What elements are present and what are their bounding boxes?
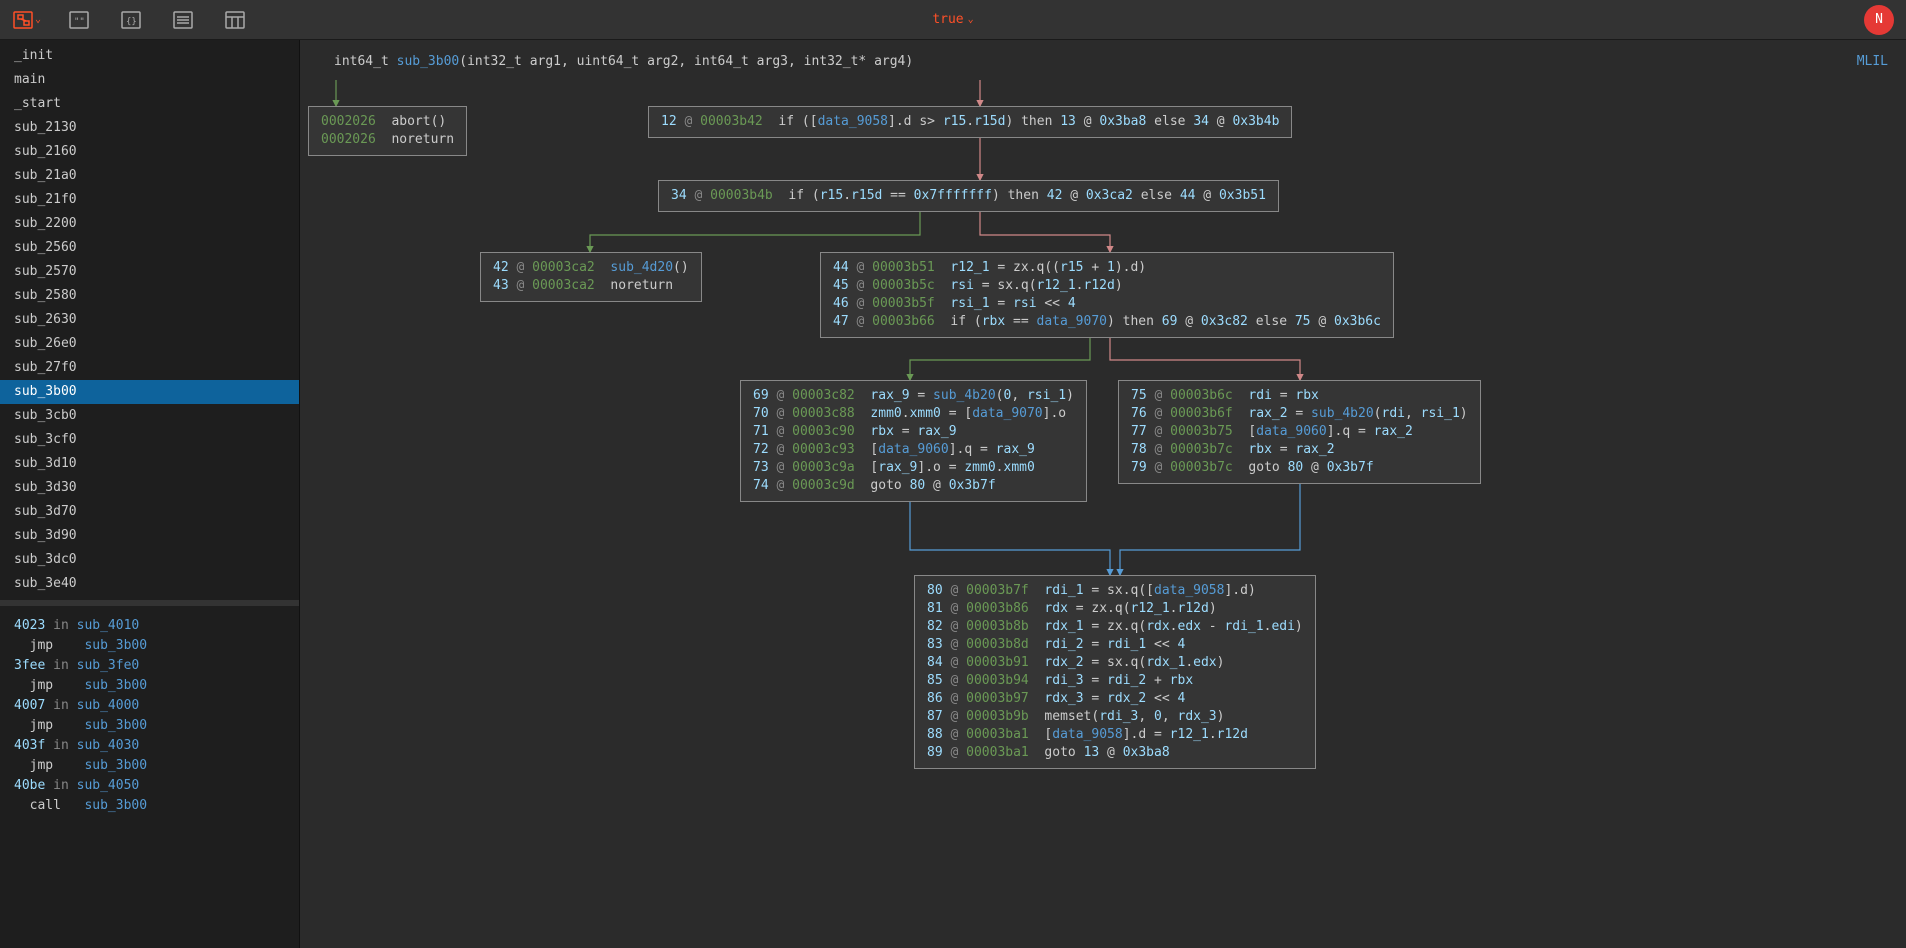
cfg-block-44[interactable]: 44 @ 00003b51 r12_1 = zx.q((r15 + 1).d)4… <box>820 252 1394 338</box>
function-item[interactable]: sub_3dc0 <box>0 548 299 572</box>
cfg-edges <box>300 40 1906 948</box>
function-item[interactable]: sub_2580 <box>0 284 299 308</box>
xref-entry[interactable]: 3fee in sub_3fe0 <box>14 656 285 676</box>
view-braces-icon[interactable]: {} <box>114 6 148 34</box>
function-item[interactable]: sub_2570 <box>0 260 299 284</box>
function-item[interactable]: sub_21f0 <box>0 188 299 212</box>
svg-text:"": "" <box>74 17 85 27</box>
function-item[interactable]: sub_2200 <box>0 212 299 236</box>
function-item[interactable]: sub_2160 <box>0 140 299 164</box>
xref-entry[interactable]: 4007 in sub_4000 <box>14 696 285 716</box>
function-item[interactable]: _start <box>0 92 299 116</box>
function-item[interactable]: sub_3d90 <box>0 524 299 548</box>
function-item[interactable]: sub_2130 <box>0 116 299 140</box>
cfg-block-80[interactable]: 80 @ 00003b7f rdi_1 = sx.q([data_9058].d… <box>914 575 1316 769</box>
view-list-icon[interactable] <box>166 6 200 34</box>
xref-instruction[interactable]: jmp sub_3b00 <box>14 636 285 656</box>
cfg-block-75[interactable]: 75 @ 00003b6c rdi = rbx76 @ 00003b6f rax… <box>1118 380 1481 484</box>
xref-instruction[interactable]: jmp sub_3b00 <box>14 676 285 696</box>
function-item[interactable]: sub_3b00 <box>0 380 299 404</box>
function-item[interactable]: sub_3d30 <box>0 476 299 500</box>
view-linear-icon[interactable]: "" <box>62 6 96 34</box>
xref-entry[interactable]: 4023 in sub_4010 <box>14 616 285 636</box>
xref-entry[interactable]: 40be in sub_4050 <box>14 776 285 796</box>
function-item[interactable]: sub_3cb0 <box>0 404 299 428</box>
function-item[interactable]: sub_21a0 <box>0 164 299 188</box>
xref-panel[interactable]: 4023 in sub_4010 jmp sub_3b003fee in sub… <box>0 600 299 948</box>
xref-instruction[interactable]: jmp sub_3b00 <box>14 756 285 776</box>
view-table-icon[interactable] <box>218 6 252 34</box>
view-menu-center[interactable]: true ⌄ <box>932 12 973 27</box>
xref-instruction[interactable]: jmp sub_3b00 <box>14 716 285 736</box>
il-mode-label[interactable]: MLIL <box>1857 54 1888 69</box>
cfg-block-12[interactable]: 12 @ 00003b42 if ([data_9058].d s> r15.r… <box>648 106 1292 138</box>
function-item[interactable]: _init <box>0 44 299 68</box>
cfg-block-34[interactable]: 34 @ 00003b4b if (r15.r15d == 0x7fffffff… <box>658 180 1279 212</box>
xref-entry[interactable]: 403f in sub_4030 <box>14 736 285 756</box>
cfg-block-42[interactable]: 42 @ 00003ca2 sub_4d20()43 @ 00003ca2 no… <box>480 252 702 302</box>
function-item[interactable]: sub_26e0 <box>0 332 299 356</box>
avatar[interactable]: N <box>1864 5 1894 35</box>
graph-view[interactable]: int64_t sub_3b00(int32_t arg1, uint64_t … <box>300 40 1906 948</box>
view-menu-label: true <box>932 12 963 27</box>
cfg-block-69[interactable]: 69 @ 00003c82 rax_9 = sub_4b20(0, rsi_1)… <box>740 380 1087 502</box>
function-item[interactable]: sub_3e40 <box>0 572 299 596</box>
sidebar: _initmain_startsub_2130sub_2160sub_21a0s… <box>0 40 300 948</box>
top-toolbar: ⌄ "" {} true ⌄ N <box>0 0 1906 40</box>
main-area: _initmain_startsub_2130sub_2160sub_21a0s… <box>0 40 1906 948</box>
function-item[interactable]: sub_2560 <box>0 236 299 260</box>
chevron-down-icon: ⌄ <box>968 14 974 25</box>
view-graph-icon[interactable]: ⌄ <box>10 6 44 34</box>
svg-text:{}: {} <box>126 17 137 27</box>
xref-instruction[interactable]: call sub_3b00 <box>14 796 285 816</box>
function-list[interactable]: _initmain_startsub_2130sub_2160sub_21a0s… <box>0 40 299 600</box>
function-item[interactable]: sub_3cf0 <box>0 428 299 452</box>
avatar-letter: N <box>1875 12 1883 27</box>
function-item[interactable]: sub_2630 <box>0 308 299 332</box>
function-signature: int64_t sub_3b00(int32_t arg1, uint64_t … <box>334 54 913 69</box>
function-item[interactable]: sub_27f0 <box>0 356 299 380</box>
function-item[interactable]: main <box>0 68 299 92</box>
cfg-block-abort[interactable]: 0002026 abort()0002026 noreturn <box>308 106 467 156</box>
function-item[interactable]: sub_3d10 <box>0 452 299 476</box>
function-item[interactable]: sub_3d70 <box>0 500 299 524</box>
